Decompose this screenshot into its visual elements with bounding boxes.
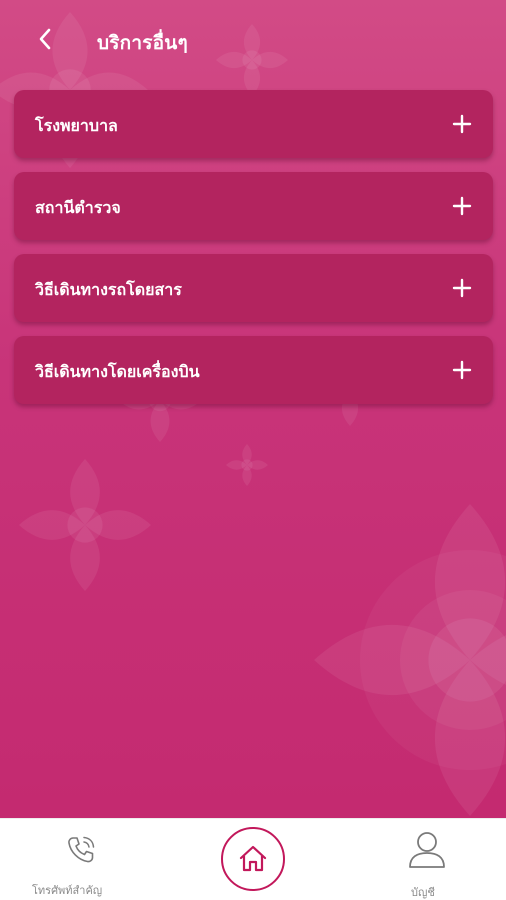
plus-icon[interactable]: [452, 278, 472, 298]
service-item-flight[interactable]: วิธีเดินทางโดยเครื่องบิน: [14, 336, 493, 404]
header: บริการอื่นๆ: [0, 0, 506, 82]
service-item-label: โรงพยาบาล: [35, 116, 118, 135]
home-icon: [239, 845, 267, 872]
nav-account-label: บัญชี: [411, 886, 435, 899]
page-title: บริการอื่นๆ: [97, 32, 188, 54]
bottom-navigation: โทรศัพท์สำคัญ บัญชี: [0, 818, 506, 900]
service-item-label: สถานีตำรวจ: [35, 198, 121, 217]
service-item-label: วิธีเดินทางโดยเครื่องบิน: [35, 362, 200, 381]
services-list: โรงพยาบาล สถานีตำรวจ วิธีเดินทางรถโดยสาร…: [14, 90, 493, 418]
service-item-label: วิธีเดินทางรถโดยสาร: [35, 280, 182, 299]
nav-important-phones[interactable]: โทรศัพท์สำคัญ: [22, 829, 140, 897]
plus-icon[interactable]: [452, 114, 472, 134]
plus-icon[interactable]: [452, 196, 472, 216]
nav-account[interactable]: บัญชี: [392, 827, 462, 899]
nav-home-button[interactable]: [221, 827, 285, 891]
service-item-police[interactable]: สถานีตำรวจ: [14, 172, 493, 240]
user-icon: [409, 832, 445, 868]
chevron-left-icon: [39, 28, 51, 50]
service-item-hospital[interactable]: โรงพยาบาล: [14, 90, 493, 158]
phone-icon: [68, 836, 95, 863]
nav-important-phones-label: โทรศัพท์สำคัญ: [32, 884, 103, 897]
back-button[interactable]: [28, 22, 62, 56]
service-item-bus[interactable]: วิธีเดินทางรถโดยสาร: [14, 254, 493, 322]
plus-icon[interactable]: [452, 360, 472, 380]
